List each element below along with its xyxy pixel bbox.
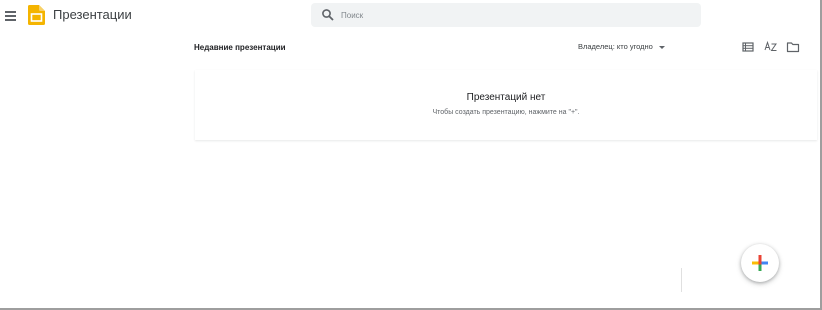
slides-logo-icon[interactable]: [28, 5, 45, 25]
empty-state-card: Презентаций нет Чтобы создать презентаци…: [195, 70, 817, 140]
chevron-down-icon: [658, 45, 665, 49]
search-input[interactable]: [341, 8, 681, 22]
empty-state-hint: Чтобы создать презентацию, нажмите на "+…: [432, 109, 580, 116]
create-presentation-button[interactable]: [741, 244, 779, 282]
folder-icon[interactable]: [786, 40, 800, 54]
app-title: Презентации: [53, 7, 132, 22]
plus-icon: [752, 255, 768, 271]
divider: [681, 268, 682, 292]
owner-filter-label: Владелец: кто угодно: [578, 42, 653, 51]
empty-state-title: Презентаций нет: [466, 92, 546, 103]
hamburger-menu-icon[interactable]: [3, 8, 19, 24]
app-window: Презентации Недавние презентации Владеле…: [0, 0, 822, 310]
sort-az-icon[interactable]: [764, 40, 778, 54]
search-bar[interactable]: [311, 3, 701, 27]
list-view-icon[interactable]: [741, 40, 755, 54]
section-title: Недавние презентации: [194, 43, 286, 52]
owner-filter-dropdown[interactable]: Владелец: кто угодно: [578, 42, 665, 51]
search-icon[interactable]: [321, 8, 335, 22]
